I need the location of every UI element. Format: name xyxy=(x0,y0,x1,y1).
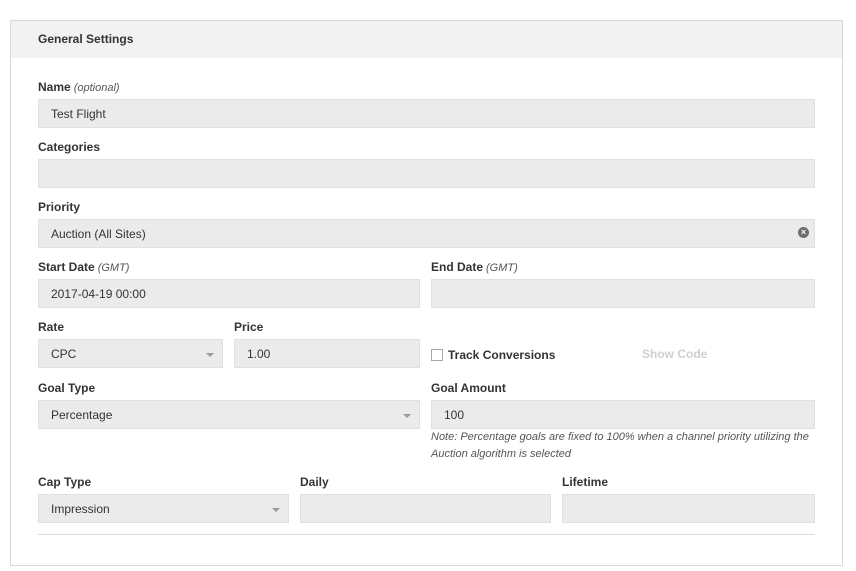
cap-type-select[interactable]: Impression xyxy=(38,494,289,523)
name-label-text: Name xyxy=(38,80,71,94)
start-date-field[interactable]: 2017-04-19 00:00 xyxy=(38,279,420,308)
start-date-label-text: Start Date xyxy=(38,260,95,274)
clear-circle-icon[interactable]: × xyxy=(798,227,809,238)
goal-type-value: Percentage xyxy=(51,408,113,422)
start-date-label: Start Date (GMT) xyxy=(38,260,129,274)
name-hint: (optional) xyxy=(73,82,120,94)
divider xyxy=(38,534,815,535)
lifetime-label: Lifetime xyxy=(562,475,609,489)
priority-label: Priority xyxy=(38,200,81,214)
categories-field[interactable] xyxy=(38,159,815,188)
name-label: Name (optional) xyxy=(38,80,120,94)
goal-amount-value: 100 xyxy=(444,408,465,422)
name-value: Test Flight xyxy=(51,107,106,121)
start-date-value: 2017-04-19 00:00 xyxy=(51,287,146,301)
price-field[interactable]: 1.00 xyxy=(234,339,420,368)
priority-select[interactable]: Auction (All Sites) × xyxy=(38,219,815,248)
categories-label: Categories xyxy=(38,140,101,154)
chevron-down-icon xyxy=(272,508,280,512)
name-field[interactable]: Test Flight xyxy=(38,99,815,128)
start-date-hint: (GMT) xyxy=(97,262,130,274)
show-code-link[interactable]: Show Code xyxy=(642,347,707,361)
general-settings-panel: General Settings Name (optional) Test Fli… xyxy=(10,20,843,566)
chevron-down-icon xyxy=(206,353,214,357)
end-date-label-text: End Date xyxy=(431,260,484,274)
track-conversions-checkbox[interactable] xyxy=(431,349,443,361)
cap-type-label: Cap Type xyxy=(38,475,92,489)
rate-label: Rate xyxy=(38,320,65,334)
goal-amount-field[interactable]: 100 xyxy=(431,400,815,429)
priority-value: Auction (All Sites) xyxy=(51,227,146,241)
end-date-hint: (GMT) xyxy=(486,262,518,274)
rate-value: CPC xyxy=(51,347,77,361)
end-date-field[interactable] xyxy=(431,279,815,308)
lifetime-cap-field[interactable] xyxy=(562,494,815,523)
end-date-label: End Date (GMT) xyxy=(431,260,518,274)
track-conversions-label[interactable]: Track Conversions xyxy=(448,348,555,362)
goal-amount-label: Goal Amount xyxy=(431,381,506,395)
chevron-down-icon xyxy=(403,414,411,418)
goal-type-label: Goal Type xyxy=(38,381,96,395)
daily-cap-field[interactable] xyxy=(300,494,551,523)
daily-label: Daily xyxy=(300,475,329,489)
panel-title: General Settings xyxy=(38,32,134,46)
goal-amount-note: Note: Percentage goals are fixed to 100%… xyxy=(431,431,809,460)
panel-header: General Settings xyxy=(11,21,842,58)
rate-select[interactable]: CPC xyxy=(38,339,223,368)
price-value: 1.00 xyxy=(247,347,271,361)
cap-type-value: Impression xyxy=(51,502,110,516)
goal-type-select[interactable]: Percentage xyxy=(38,400,420,429)
price-label: Price xyxy=(234,320,264,334)
